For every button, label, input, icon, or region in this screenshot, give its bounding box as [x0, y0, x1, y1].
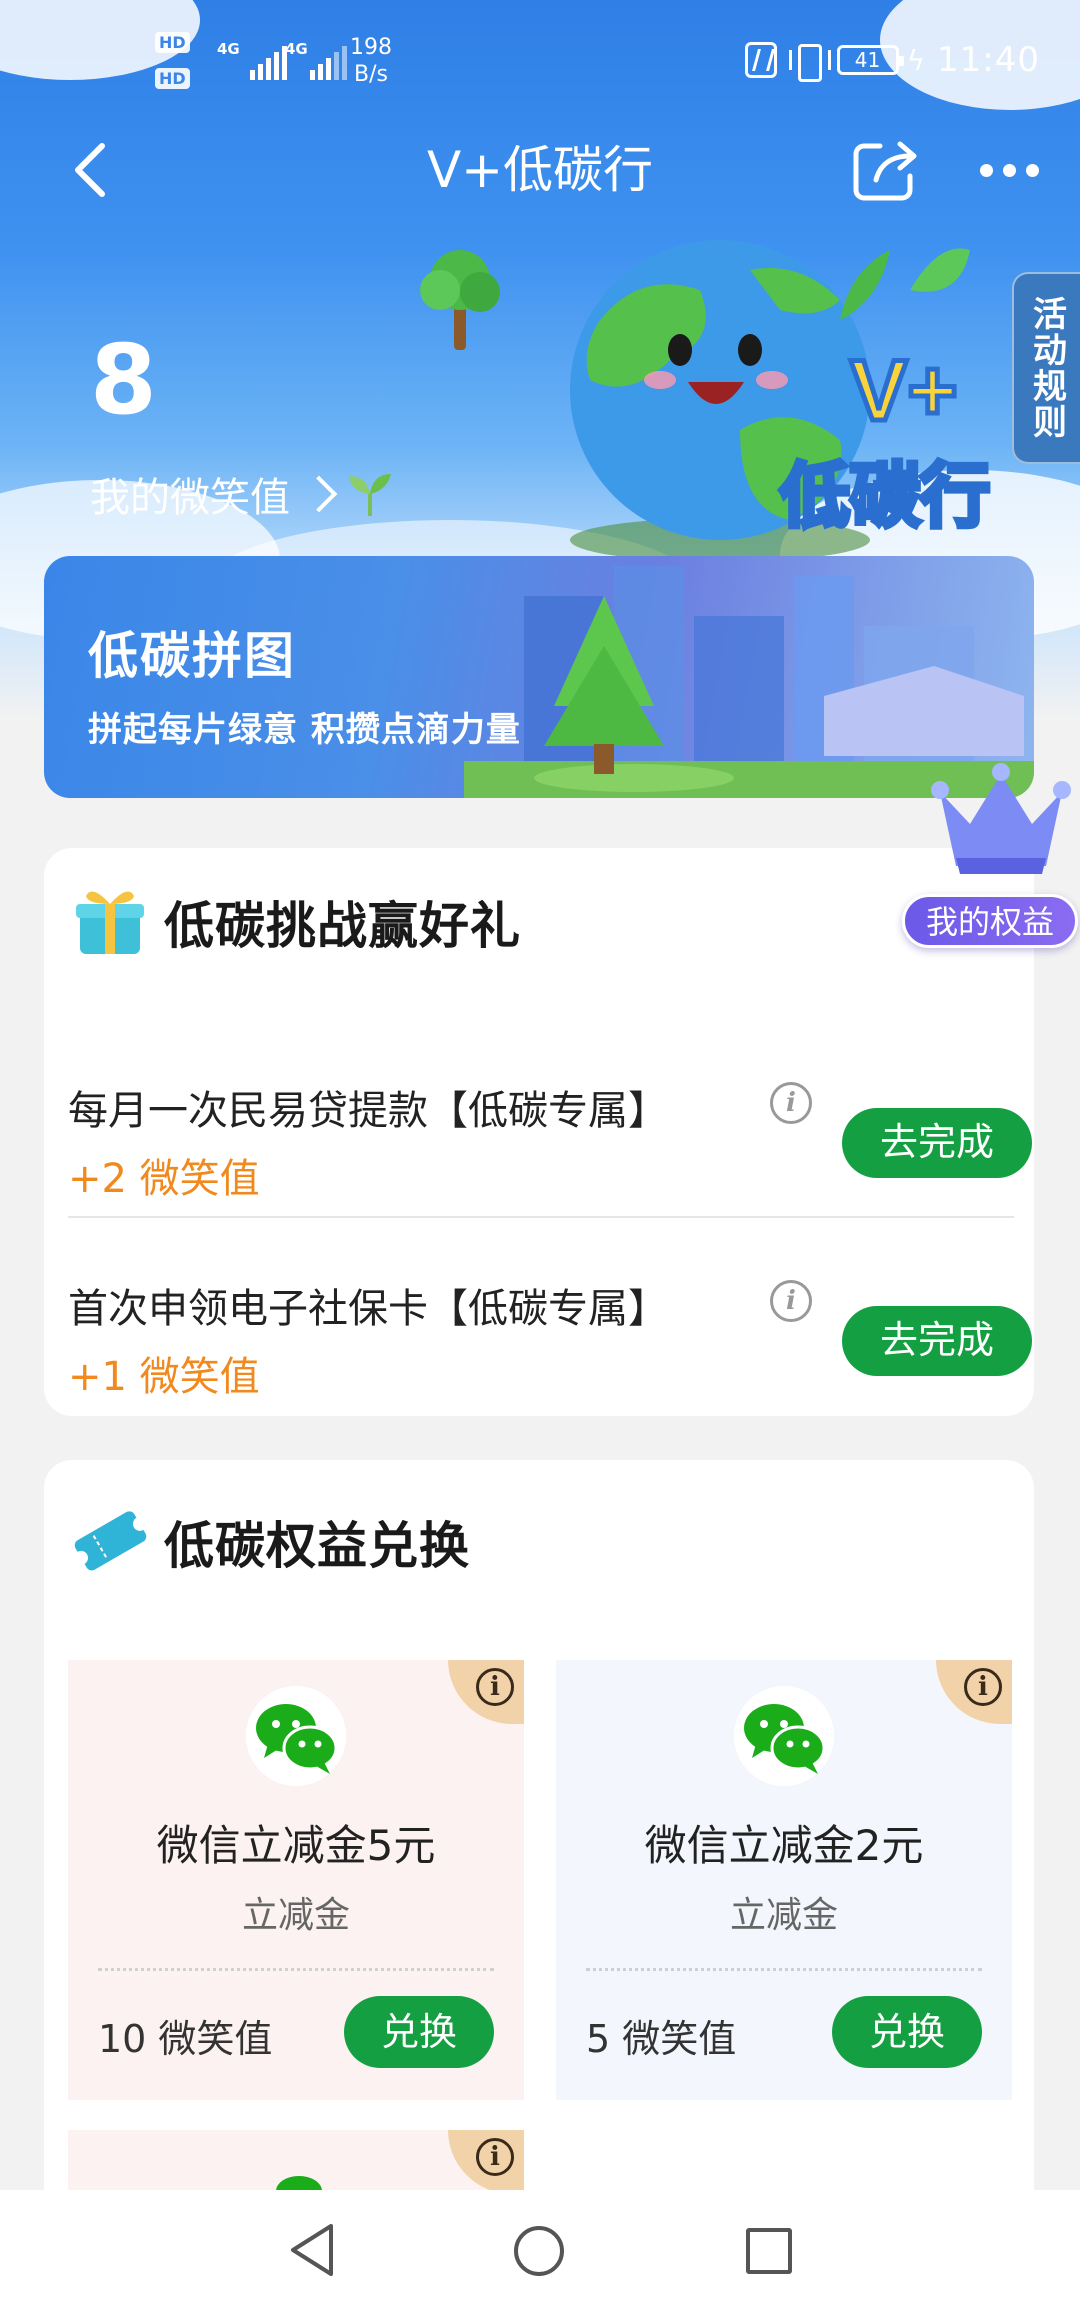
- complete-task-button[interactable]: 去完成: [842, 1306, 1032, 1376]
- status-bar: HD HD 4G 4G 198 B/s 41 ϟ 11:40: [0, 0, 1080, 125]
- puzzle-banner-subtitle: 拼起每片绿意 积攒点滴力量: [88, 710, 521, 750]
- battery-level: 41: [854, 48, 881, 72]
- nav-recent-apps-icon[interactable]: [746, 2228, 792, 2274]
- coupon-name: 微信立减金2元: [644, 1821, 924, 1870]
- task-name: 每月一次民易贷提款【低碳专属】: [68, 1088, 668, 1134]
- info-icon[interactable]: i: [476, 1668, 514, 1706]
- tree-illustration: [420, 250, 500, 350]
- system-nav-bar: [0, 2190, 1080, 2310]
- coupon-card: i 微信立减金5元 立减金 10 微笑值 兑换: [68, 1660, 524, 2100]
- dotted-divider: [98, 1968, 494, 1971]
- sim2-signal-bars-icon: [310, 44, 347, 80]
- coupon-type: 立减金: [241, 1895, 350, 1936]
- smile-score-value: 8: [90, 324, 157, 436]
- task-reward: +2 微笑值: [68, 1156, 260, 1202]
- clock: 11:40: [937, 40, 1040, 80]
- divider: [68, 1216, 1014, 1218]
- info-icon[interactable]: i: [476, 2138, 514, 2176]
- share-icon[interactable]: [850, 136, 922, 204]
- sim1-network-label: 4G: [217, 40, 240, 58]
- coupon-name: 微信立减金5元: [156, 1821, 436, 1870]
- logo-lowcarbon-text: 低碳行: [780, 455, 990, 537]
- gift-icon: [76, 891, 144, 954]
- coupon-info[interactable]: i: [936, 1660, 1012, 1724]
- sim1-signal-bars-icon: [250, 44, 287, 80]
- coupon-cost: 5 微笑值: [586, 2017, 737, 2061]
- task-name: 首次申领电子社保卡【低碳专属】: [68, 1286, 668, 1332]
- exchange-title: 低碳权益兑换: [164, 1517, 470, 1575]
- redeem-button[interactable]: 兑换: [344, 1996, 494, 2068]
- coupon-card-partial: i: [68, 2130, 524, 2190]
- coupon-cost: 10 微笑值: [98, 2017, 273, 2061]
- dotted-divider: [586, 1968, 982, 1971]
- crown-icon[interactable]: [926, 762, 1076, 882]
- vibrate-icon: [788, 42, 831, 82]
- sim2-network-label: 4G: [285, 40, 308, 58]
- network-speed-value: 198: [350, 35, 392, 60]
- puzzle-banner[interactable]: 低碳拼图 拼起每片绿意 积攒点滴力量: [44, 556, 1034, 798]
- coupon-info[interactable]: i: [448, 2130, 524, 2190]
- more-icon[interactable]: [980, 150, 1050, 190]
- coupon-info[interactable]: i: [448, 1660, 524, 1724]
- puzzle-banner-title: 低碳拼图: [88, 627, 296, 685]
- challenge-title: 低碳挑战赢好礼: [164, 897, 521, 955]
- wechat-icon: [246, 1686, 346, 1786]
- nav-back-icon[interactable]: [285, 2220, 341, 2280]
- info-icon[interactable]: i: [770, 1082, 812, 1124]
- info-icon[interactable]: i: [964, 1668, 1002, 1706]
- logo-vplus-text: V+: [850, 343, 958, 439]
- info-icon[interactable]: i: [770, 1280, 812, 1322]
- smile-score-label: 我的微笑值: [90, 475, 290, 521]
- network-speed-unit: B/s: [354, 62, 388, 87]
- chevron-right-icon: [300, 475, 338, 513]
- ticket-icon: [74, 1511, 147, 1571]
- redeem-button[interactable]: 兑换: [832, 1996, 982, 2068]
- activity-rules-tab[interactable]: 活动规则: [1012, 272, 1080, 464]
- status-right-group: 41 ϟ 11:40: [744, 38, 1040, 82]
- network-speed: 198 B/s: [350, 34, 392, 88]
- nfc-icon: [744, 42, 777, 78]
- battery-icon: 41: [836, 45, 904, 75]
- nav-home-icon[interactable]: [514, 2226, 564, 2276]
- challenge-card: 低碳挑战赢好礼 每月一次民易贷提款【低碳专属】 i +2 微笑值 去完成 首次申…: [44, 848, 1034, 1416]
- coupon-type: 立减金: [729, 1895, 838, 1936]
- complete-task-button[interactable]: 去完成: [842, 1108, 1032, 1178]
- hd-badge-1: HD: [155, 32, 190, 53]
- wechat-icon: [276, 2176, 322, 2190]
- hd-badge-2: HD: [155, 68, 190, 89]
- task-item: 每月一次民易贷提款【低碳专属】 i +2 微笑值 去完成: [68, 1048, 1032, 1228]
- sprout-icon: [349, 474, 391, 516]
- my-benefits-badge[interactable]: 我的权益: [902, 894, 1078, 948]
- earth-mascot-illustration: V+ 低碳行: [570, 240, 993, 560]
- coupon-card: i 微信立减金2元 立减金 5 微笑值 兑换: [556, 1660, 1012, 2100]
- my-smile-score-link[interactable]: 我的微笑值: [90, 465, 338, 523]
- charging-icon: ϟ: [906, 43, 926, 77]
- wechat-icon: [734, 1686, 834, 1786]
- task-item: 首次申领电子社保卡【低碳专属】 i +1 微笑值 去完成: [68, 1246, 1032, 1426]
- task-reward: +1 微笑值: [68, 1354, 260, 1400]
